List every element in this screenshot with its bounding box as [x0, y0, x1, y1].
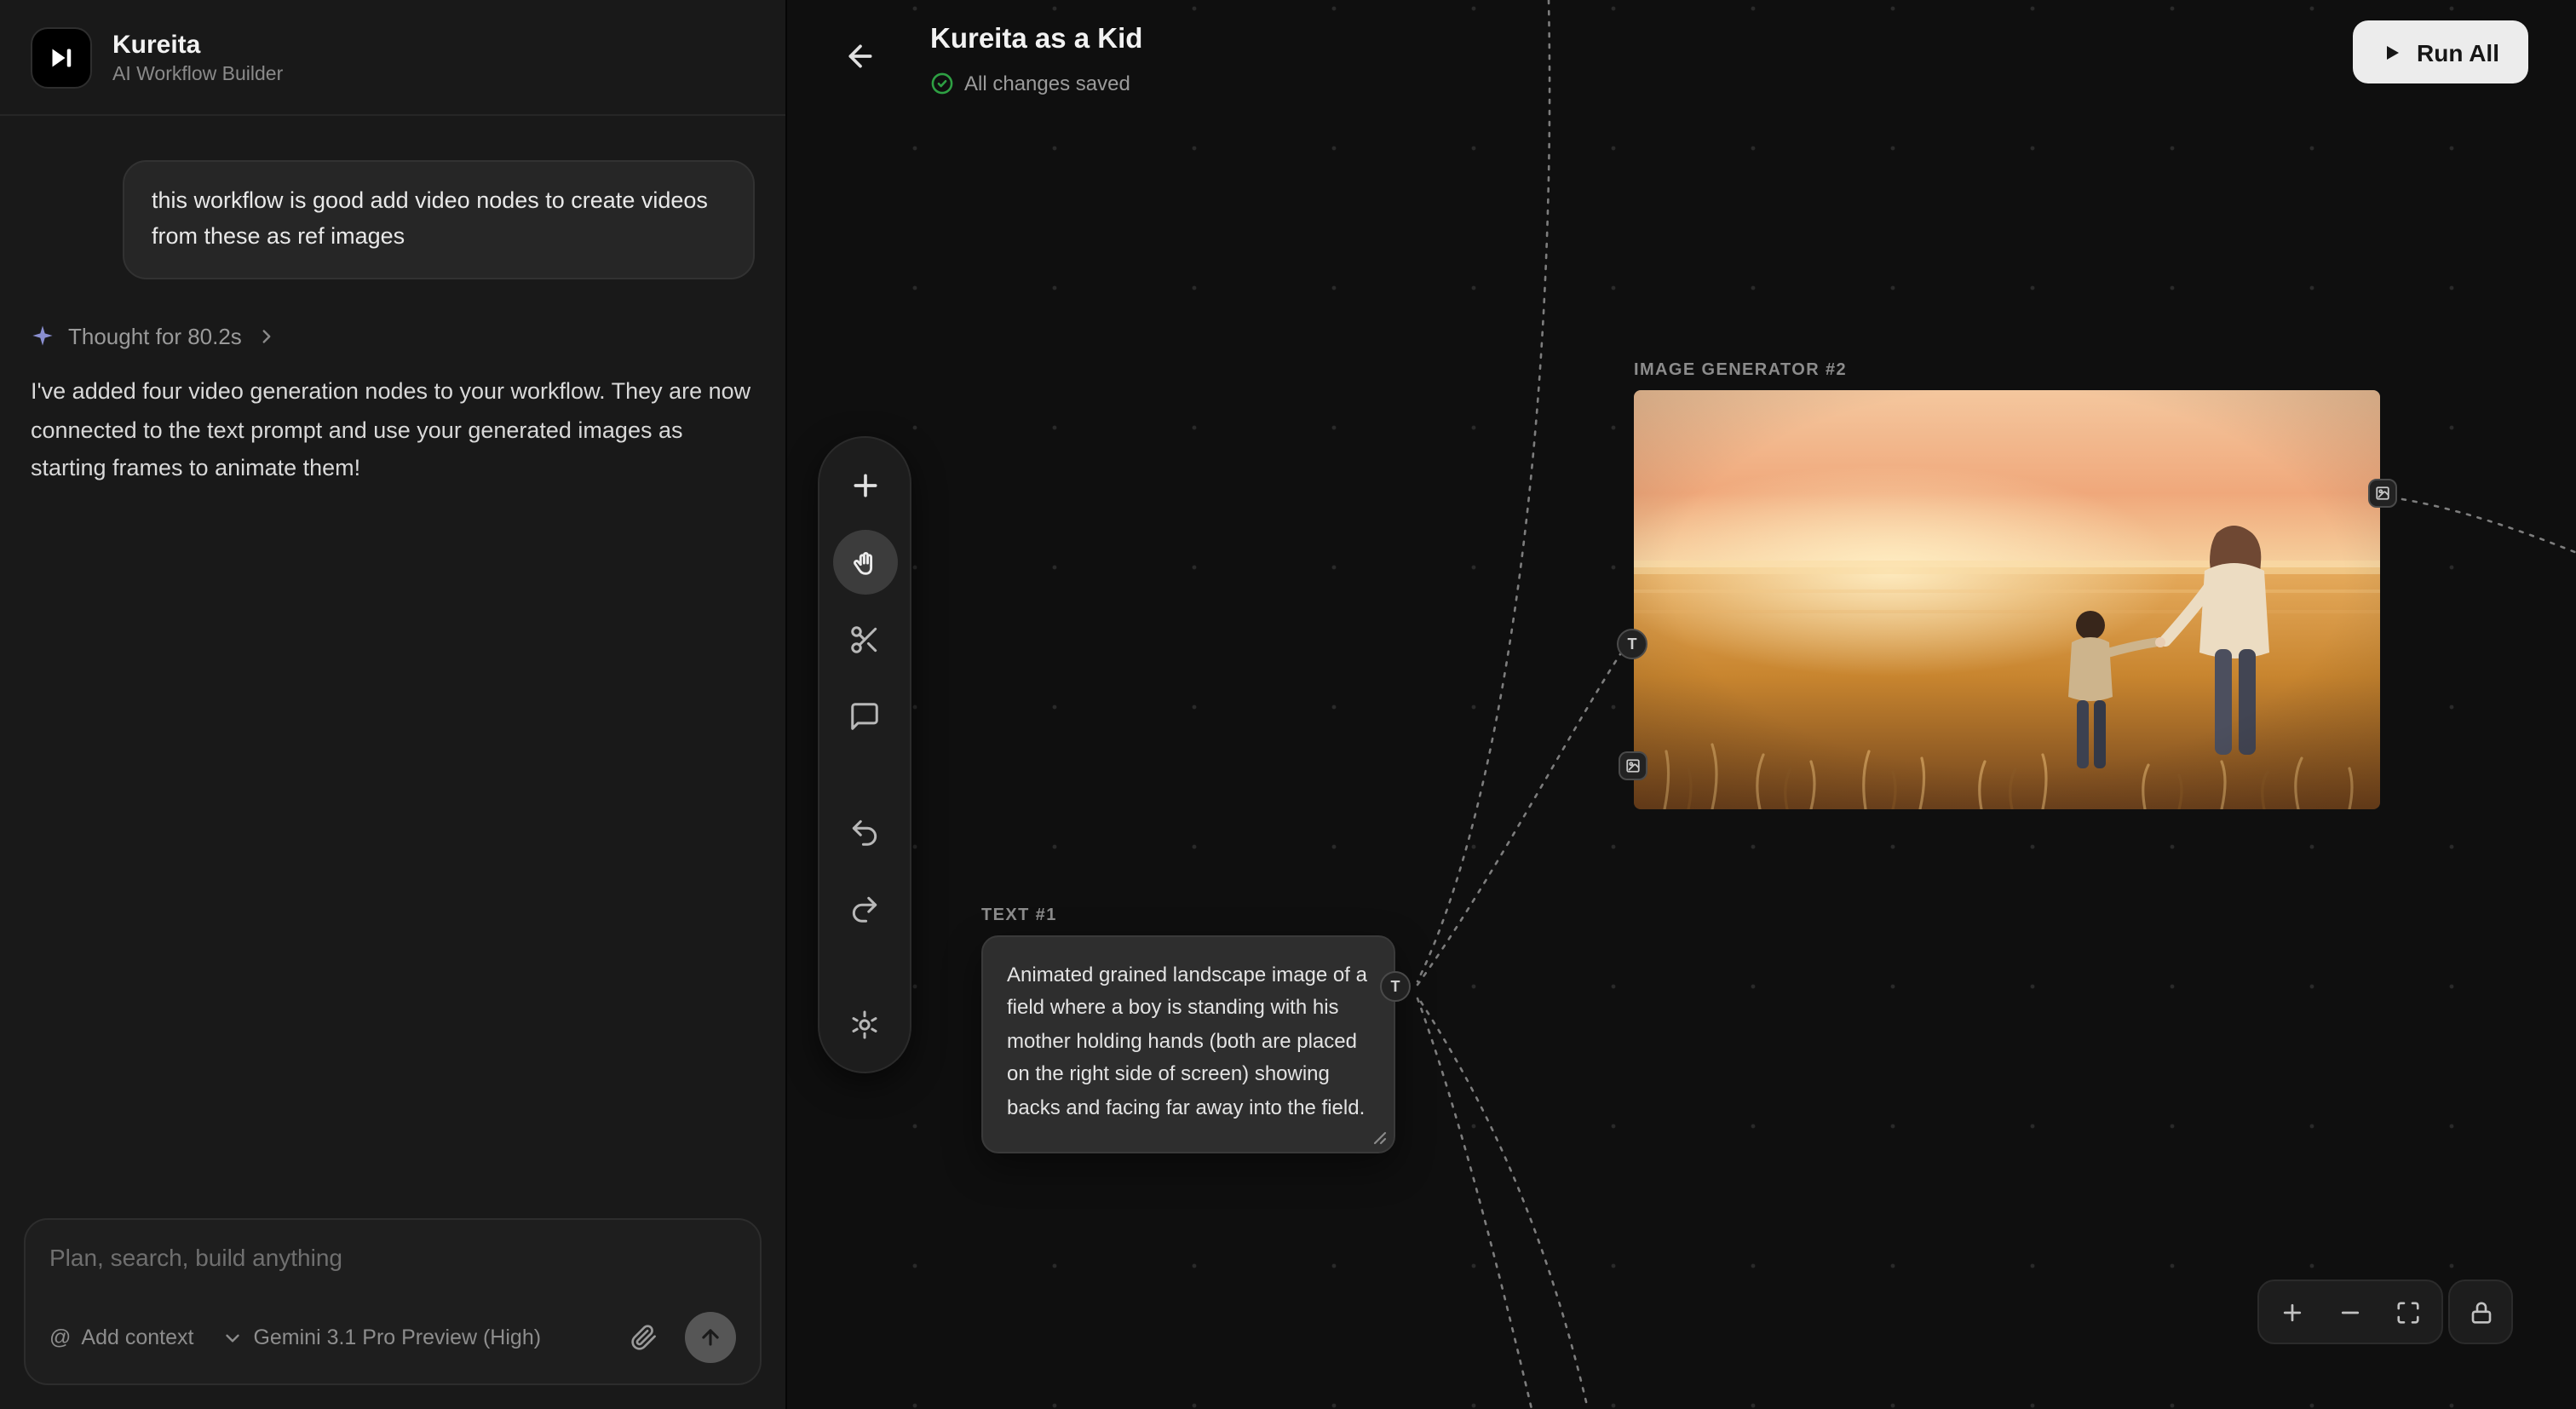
resize-handle-icon[interactable] [1373, 1131, 1387, 1145]
maximize-icon [2395, 1299, 2421, 1325]
port-letter: T [1391, 974, 1400, 998]
add-context-button[interactable]: @ Add context [49, 1326, 193, 1349]
image-node-text-input-port[interactable]: T [1617, 629, 1647, 659]
hand-icon [848, 546, 881, 578]
zoom-out-button[interactable] [2322, 1285, 2378, 1339]
image-node-preview[interactable]: T [1634, 390, 2380, 809]
image-icon [2375, 486, 2390, 501]
app-name: Kureita [112, 30, 283, 62]
wire-text-to-bottom-node-1 [1417, 998, 1532, 1409]
composer-toolbar: @ Add context Gemini 3.1 Pro Preview (Hi… [49, 1312, 736, 1363]
image-generator-node[interactable]: IMAGE GENERATOR #2 [1634, 361, 2380, 809]
lock-canvas-button[interactable] [2448, 1280, 2513, 1344]
image-node-image-input-port[interactable] [1619, 751, 1647, 780]
arrow-up-icon [699, 1326, 722, 1349]
wire-text-to-image-generator-2 [1417, 654, 1620, 985]
lock-icon [2468, 1299, 2493, 1325]
back-button[interactable] [835, 31, 886, 82]
thought-sparkle-icon [31, 325, 55, 348]
scissors-icon [848, 623, 881, 655]
zoom-in-button[interactable] [2264, 1285, 2320, 1339]
app-window: Kureita AI Workflow Builder this workflo… [0, 0, 2576, 1409]
play-icon [2381, 42, 2401, 62]
wire-image-to-right-node [2402, 499, 2576, 596]
app-subtitle: AI Workflow Builder [112, 66, 283, 86]
generated-image-mother-and-boy-field [1634, 390, 2380, 809]
port-letter: T [1628, 635, 1637, 653]
zoom-controls [2257, 1280, 2443, 1344]
text-node-card[interactable]: Animated grained landscape image of a fi… [981, 935, 1395, 1153]
run-all-button[interactable]: Run All [2352, 20, 2528, 83]
app-logo [31, 27, 92, 89]
attach-file-button[interactable] [630, 1324, 658, 1351]
fit-view-button[interactable] [2380, 1285, 2436, 1339]
image-icon [1625, 758, 1641, 774]
gear-icon [848, 1008, 881, 1040]
image-node-label: IMAGE GENERATOR #2 [1634, 361, 2380, 380]
model-label: Gemini 3.1 Pro Preview (High) [253, 1326, 541, 1349]
composer-input[interactable] [49, 1244, 736, 1271]
send-button[interactable] [685, 1312, 736, 1363]
run-all-label: Run All [2417, 38, 2499, 66]
comment-tool-button[interactable] [832, 683, 897, 748]
chat-sidebar: Kureita AI Workflow Builder this workflo… [0, 0, 787, 1409]
arrow-left-icon [843, 39, 877, 73]
canvas-toolbar [818, 436, 911, 1073]
image-node-output-port[interactable] [2368, 479, 2397, 508]
hand-tool-button[interactable] [832, 530, 897, 595]
text-node-label: TEXT #1 [981, 906, 1395, 925]
thought-label: Thought for 80.2s [68, 324, 242, 349]
redo-button[interactable] [832, 876, 897, 940]
thought-expander[interactable]: Thought for 80.2s [31, 324, 755, 349]
plus-icon [848, 469, 882, 503]
composer-panel: @ Add context Gemini 3.1 Pro Preview (Hi… [24, 1218, 762, 1385]
chevron-down-icon [221, 1326, 243, 1349]
text-node-content[interactable]: Animated grained landscape image of a fi… [1007, 959, 1370, 1124]
redo-icon [848, 892, 881, 924]
at-icon: @ [49, 1326, 71, 1349]
sidebar-header: Kureita AI Workflow Builder [0, 0, 785, 116]
wire-text-to-bottom-node-2 [1421, 1002, 1588, 1409]
app-identity: Kureita AI Workflow Builder [112, 30, 283, 86]
minus-icon [2337, 1299, 2363, 1325]
model-selector[interactable]: Gemini 3.1 Pro Preview (High) [221, 1326, 541, 1349]
undo-icon [848, 815, 881, 848]
user-message-bubble: this workflow is good add video nodes to… [123, 160, 755, 279]
paperclip-icon [630, 1324, 658, 1351]
settings-button[interactable] [832, 992, 897, 1056]
undo-button[interactable] [832, 799, 897, 864]
plus-icon [2280, 1299, 2305, 1325]
cut-tool-button[interactable] [832, 607, 897, 671]
add-node-button[interactable] [832, 453, 897, 518]
wire-text-to-top-node [1417, 0, 1550, 981]
text-prompt-node[interactable]: TEXT #1 Animated grained landscape image… [981, 906, 1395, 1153]
workflow-canvas[interactable]: Kureita as a Kid All changes saved Run A… [787, 0, 2576, 1409]
assistant-message: I've added four video generation nodes t… [31, 373, 755, 489]
chevron-right-icon [256, 325, 278, 348]
play-skip-logo-icon [46, 43, 77, 73]
text-node-output-port[interactable]: T [1380, 971, 1411, 1002]
comment-icon [848, 699, 881, 732]
add-context-label: Add context [81, 1326, 193, 1349]
